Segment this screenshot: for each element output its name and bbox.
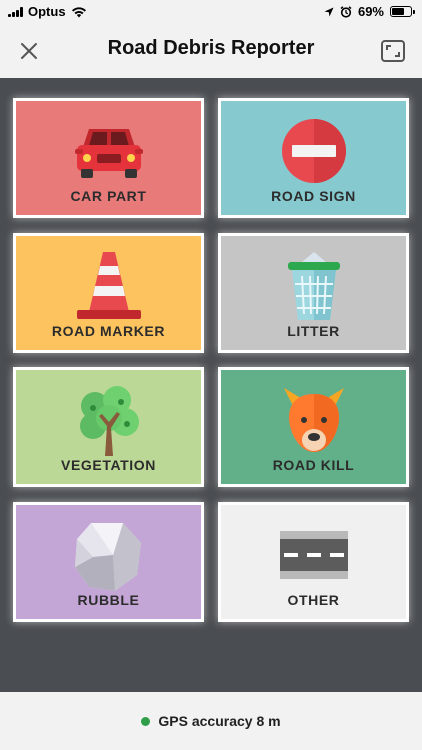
category-litter-button[interactable]: LITTER: [218, 233, 409, 353]
carrier-name: Optus: [28, 4, 66, 19]
road-icon: [279, 531, 348, 579]
category-rubble-button[interactable]: RUBBLE: [13, 502, 204, 622]
location-arrow-icon: [324, 7, 334, 16]
category-label: ROAD KILL: [272, 457, 355, 473]
battery-icon: [390, 6, 415, 17]
category-vegetation-button[interactable]: VEGETATION: [13, 367, 204, 487]
trash-bin-icon: [287, 252, 340, 320]
footer: GPS accuracy 8 m: [0, 692, 422, 750]
traffic-cone-icon: [76, 252, 141, 319]
status-right: 69%: [324, 4, 415, 19]
category-label: OTHER: [287, 592, 340, 608]
category-road-kill-button[interactable]: ROAD KILL: [218, 367, 409, 487]
fullscreen-icon[interactable]: [378, 36, 408, 66]
category-label: LITTER: [287, 323, 340, 339]
category-label: ROAD SIGN: [271, 188, 356, 204]
category-road-sign-button[interactable]: ROAD SIGN: [218, 98, 409, 218]
category-label: CAR PART: [70, 188, 147, 204]
battery-fill: [392, 8, 404, 15]
rock-icon: [74, 523, 141, 591]
header: Road Debris Reporter: [0, 24, 422, 78]
fox-icon: [283, 388, 344, 452]
category-label: VEGETATION: [61, 457, 156, 473]
wifi-icon: [71, 6, 86, 17]
gps-status: GPS accuracy 8 m: [0, 713, 422, 729]
gps-status-dot-icon: [141, 717, 151, 726]
alarm-clock-icon: [340, 5, 352, 18]
no-entry-sign-icon: [281, 119, 346, 183]
category-label: ROAD MARKER: [51, 323, 166, 339]
tree-icon: [79, 386, 139, 456]
category-other-button[interactable]: OTHER: [218, 502, 409, 622]
status-left: Optus: [8, 4, 87, 19]
car-icon: [74, 129, 143, 178]
status-bar: Optus 69%: [0, 0, 422, 24]
category-label: RUBBLE: [77, 592, 140, 608]
category-road-marker-button[interactable]: ROAD MARKER: [13, 233, 204, 353]
signal-icon: [8, 6, 23, 17]
page-title: Road Debris Reporter: [107, 37, 315, 59]
category-car-part-button[interactable]: CAR PART: [13, 98, 204, 218]
gps-accuracy-text: GPS accuracy 8 m: [158, 713, 281, 729]
battery-percent: 69%: [357, 4, 384, 19]
